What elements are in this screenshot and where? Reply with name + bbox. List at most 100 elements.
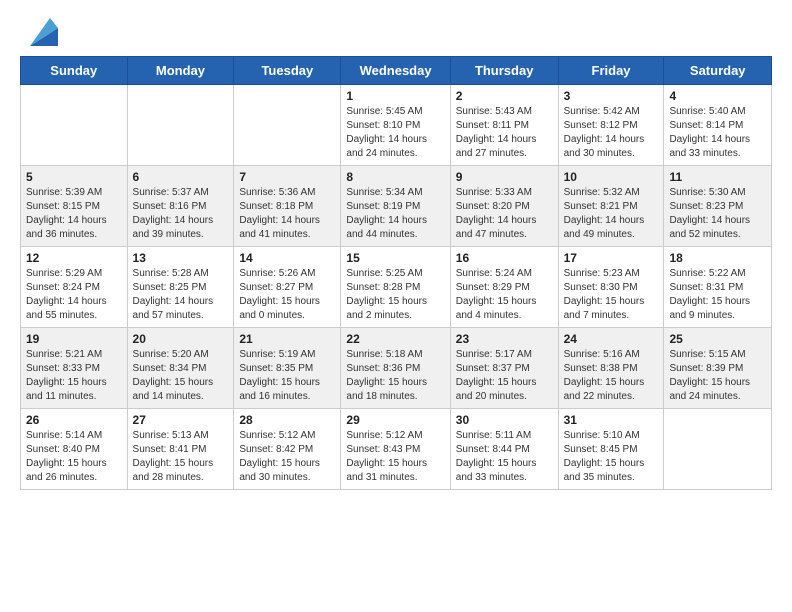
day-info: Sunrise: 5:23 AM Sunset: 8:30 PM Dayligh… <box>564 267 659 323</box>
day-number: 20 <box>133 332 229 346</box>
day-number: 30 <box>456 413 553 427</box>
day-info: Sunrise: 5:12 AM Sunset: 8:42 PM Dayligh… <box>239 429 335 485</box>
calendar-cell: 4 Sunrise: 5:40 AM Sunset: 8:14 PM Daylig… <box>664 85 772 166</box>
day-info: Sunrise: 5:13 AM Sunset: 8:41 PM Dayligh… <box>133 429 229 485</box>
day-info: Sunrise: 5:30 AM Sunset: 8:23 PM Dayligh… <box>669 186 766 242</box>
day-info: Sunrise: 5:32 AM Sunset: 8:21 PM Dayligh… <box>564 186 659 242</box>
day-number: 24 <box>564 332 659 346</box>
calendar-cell: 26 Sunrise: 5:14 AM Sunset: 8:40 PM Dayli… <box>21 409 128 490</box>
day-info: Sunrise: 5:42 AM Sunset: 8:12 PM Dayligh… <box>564 105 659 161</box>
day-info: Sunrise: 5:22 AM Sunset: 8:31 PM Dayligh… <box>669 267 766 323</box>
calendar-cell <box>127 85 234 166</box>
day-number: 7 <box>239 170 335 184</box>
day-number: 31 <box>564 413 659 427</box>
day-number: 10 <box>564 170 659 184</box>
day-number: 17 <box>564 251 659 265</box>
day-info: Sunrise: 5:11 AM Sunset: 8:44 PM Dayligh… <box>456 429 553 485</box>
week-row-2: 5Sunrise: 5:39 AM Sunset: 8:15 PM Daylig… <box>21 166 772 247</box>
calendar-cell: 10 Sunrise: 5:32 AM Sunset: 8:21 PM Dayli… <box>558 166 664 247</box>
header-row: SundayMondayTuesdayWednesdayThursdayFrid… <box>21 57 772 85</box>
day-header-friday: Friday <box>558 57 664 85</box>
day-number: 5 <box>26 170 122 184</box>
day-number: 23 <box>456 332 553 346</box>
day-info: Sunrise: 5:20 AM Sunset: 8:34 PM Dayligh… <box>133 348 229 404</box>
day-number: 21 <box>239 332 335 346</box>
logo <box>24 18 58 46</box>
calendar-cell: 28 Sunrise: 5:12 AM Sunset: 8:42 PM Dayli… <box>234 409 341 490</box>
day-header-monday: Monday <box>127 57 234 85</box>
day-number: 11 <box>669 170 766 184</box>
calendar-cell: 17 Sunrise: 5:23 AM Sunset: 8:30 PM Dayli… <box>558 247 664 328</box>
calendar-cell: 12 Sunrise: 5:29 AM Sunset: 8:24 PM Dayli… <box>21 247 128 328</box>
day-number: 13 <box>133 251 229 265</box>
calendar-cell: 22 Sunrise: 5:18 AM Sunset: 8:36 PM Dayli… <box>341 328 450 409</box>
day-info: Sunrise: 5:16 AM Sunset: 8:38 PM Dayligh… <box>564 348 659 404</box>
calendar-wrapper: SundayMondayTuesdayWednesdayThursdayFrid… <box>0 56 792 500</box>
calendar-cell: 25 Sunrise: 5:15 AM Sunset: 8:39 PM Dayli… <box>664 328 772 409</box>
day-number: 28 <box>239 413 335 427</box>
calendar-cell: 13 Sunrise: 5:28 AM Sunset: 8:25 PM Dayli… <box>127 247 234 328</box>
day-info: Sunrise: 5:24 AM Sunset: 8:29 PM Dayligh… <box>456 267 553 323</box>
calendar-cell <box>21 85 128 166</box>
day-header-sunday: Sunday <box>21 57 128 85</box>
calendar-cell: 6Sunrise: 5:37 AM Sunset: 8:16 PM Daylig… <box>127 166 234 247</box>
day-number: 18 <box>669 251 766 265</box>
day-info: Sunrise: 5:19 AM Sunset: 8:35 PM Dayligh… <box>239 348 335 404</box>
day-info: Sunrise: 5:40 AM Sunset: 8:14 PM Dayligh… <box>669 105 766 161</box>
calendar-cell: 18 Sunrise: 5:22 AM Sunset: 8:31 PM Dayli… <box>664 247 772 328</box>
day-number: 19 <box>26 332 122 346</box>
day-info: Sunrise: 5:10 AM Sunset: 8:45 PM Dayligh… <box>564 429 659 485</box>
day-info: Sunrise: 5:43 AM Sunset: 8:11 PM Dayligh… <box>456 105 553 161</box>
calendar-cell: 1Sunrise: 5:45 AM Sunset: 8:10 PM Daylig… <box>341 85 450 166</box>
day-number: 15 <box>346 251 444 265</box>
calendar-cell: 21 Sunrise: 5:19 AM Sunset: 8:35 PM Dayli… <box>234 328 341 409</box>
calendar-cell: 2 Sunrise: 5:43 AM Sunset: 8:11 PM Daylig… <box>450 85 558 166</box>
calendar-cell: 31 Sunrise: 5:10 AM Sunset: 8:45 PM Dayli… <box>558 409 664 490</box>
day-info: Sunrise: 5:18 AM Sunset: 8:36 PM Dayligh… <box>346 348 444 404</box>
calendar-table: SundayMondayTuesdayWednesdayThursdayFrid… <box>20 56 772 490</box>
day-info: Sunrise: 5:15 AM Sunset: 8:39 PM Dayligh… <box>669 348 766 404</box>
day-header-thursday: Thursday <box>450 57 558 85</box>
day-number: 8 <box>346 170 444 184</box>
day-info: Sunrise: 5:21 AM Sunset: 8:33 PM Dayligh… <box>26 348 122 404</box>
calendar-cell: 19 Sunrise: 5:21 AM Sunset: 8:33 PM Dayli… <box>21 328 128 409</box>
day-number: 2 <box>456 89 553 103</box>
calendar-cell <box>664 409 772 490</box>
page-container: SundayMondayTuesdayWednesdayThursdayFrid… <box>0 0 792 500</box>
calendar-cell: 30 Sunrise: 5:11 AM Sunset: 8:44 PM Dayli… <box>450 409 558 490</box>
calendar-cell: 15 Sunrise: 5:25 AM Sunset: 8:28 PM Dayli… <box>341 247 450 328</box>
day-number: 4 <box>669 89 766 103</box>
day-info: Sunrise: 5:14 AM Sunset: 8:40 PM Dayligh… <box>26 429 122 485</box>
day-info: Sunrise: 5:17 AM Sunset: 8:37 PM Dayligh… <box>456 348 553 404</box>
day-info: Sunrise: 5:33 AM Sunset: 8:20 PM Dayligh… <box>456 186 553 242</box>
day-number: 26 <box>26 413 122 427</box>
calendar-cell: 23 Sunrise: 5:17 AM Sunset: 8:37 PM Dayli… <box>450 328 558 409</box>
day-number: 29 <box>346 413 444 427</box>
day-number: 16 <box>456 251 553 265</box>
calendar-cell: 16 Sunrise: 5:24 AM Sunset: 8:29 PM Dayli… <box>450 247 558 328</box>
calendar-cell: 5Sunrise: 5:39 AM Sunset: 8:15 PM Daylig… <box>21 166 128 247</box>
calendar-cell: 14Sunrise: 5:26 AM Sunset: 8:27 PM Dayli… <box>234 247 341 328</box>
day-info: Sunrise: 5:12 AM Sunset: 8:43 PM Dayligh… <box>346 429 444 485</box>
calendar-cell: 7 Sunrise: 5:36 AM Sunset: 8:18 PM Daylig… <box>234 166 341 247</box>
day-number: 12 <box>26 251 122 265</box>
day-number: 1 <box>346 89 444 103</box>
day-info: Sunrise: 5:29 AM Sunset: 8:24 PM Dayligh… <box>26 267 122 323</box>
day-number: 14 <box>239 251 335 265</box>
calendar-cell: 20 Sunrise: 5:20 AM Sunset: 8:34 PM Dayli… <box>127 328 234 409</box>
day-info: Sunrise: 5:28 AM Sunset: 8:25 PM Dayligh… <box>133 267 229 323</box>
day-info: Sunrise: 5:25 AM Sunset: 8:28 PM Dayligh… <box>346 267 444 323</box>
day-header-wednesday: Wednesday <box>341 57 450 85</box>
week-row-1: 1Sunrise: 5:45 AM Sunset: 8:10 PM Daylig… <box>21 85 772 166</box>
day-number: 25 <box>669 332 766 346</box>
calendar-cell: 11 Sunrise: 5:30 AM Sunset: 8:23 PM Dayli… <box>664 166 772 247</box>
week-row-5: 26 Sunrise: 5:14 AM Sunset: 8:40 PM Dayli… <box>21 409 772 490</box>
day-info: Sunrise: 5:36 AM Sunset: 8:18 PM Dayligh… <box>239 186 335 242</box>
calendar-cell: 8Sunrise: 5:34 AM Sunset: 8:19 PM Daylig… <box>341 166 450 247</box>
day-info: Sunrise: 5:37 AM Sunset: 8:16 PM Dayligh… <box>133 186 229 242</box>
day-number: 3 <box>564 89 659 103</box>
calendar-cell: 3 Sunrise: 5:42 AM Sunset: 8:12 PM Daylig… <box>558 85 664 166</box>
day-number: 22 <box>346 332 444 346</box>
calendar-cell: 24 Sunrise: 5:16 AM Sunset: 8:38 PM Dayli… <box>558 328 664 409</box>
calendar-cell <box>234 85 341 166</box>
